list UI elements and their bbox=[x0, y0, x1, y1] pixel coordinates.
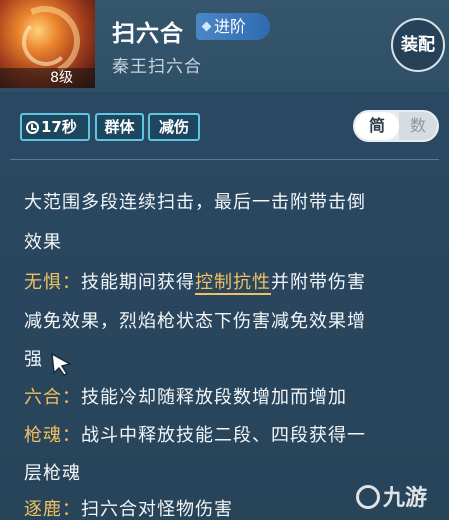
skill-subtitle: 秦王扫六合 bbox=[112, 57, 202, 77]
watermark-logo-icon bbox=[356, 485, 380, 509]
soul-text: 战斗中释放技能二段、四段获得一 bbox=[81, 425, 366, 446]
group-tag: 群体 bbox=[95, 113, 144, 141]
cursor-arrow-icon bbox=[51, 352, 73, 376]
diamond-icon bbox=[201, 21, 212, 32]
desc-line: 效果 bbox=[24, 232, 62, 253]
deer-text: 扫六合对怪物伤害 bbox=[81, 499, 233, 520]
toggle-simple[interactable]: 简 bbox=[355, 112, 399, 140]
desc-line: 减免效果，烈焰枪状态下伤害减免效果增 bbox=[24, 311, 366, 332]
desc-line: 大范围多段连续扫击，最后一击附带击倒 bbox=[24, 192, 366, 213]
flame-swirl-inner-icon bbox=[22, 18, 70, 66]
advance-label: 进阶 bbox=[214, 17, 247, 36]
deer-key: 逐鹿： bbox=[24, 499, 81, 520]
skill-level: 8级 bbox=[0, 68, 95, 88]
skill-name: 扫六合 bbox=[112, 21, 184, 47]
advance-badge[interactable]: 进阶 bbox=[196, 13, 270, 40]
desc-line: 层枪魂 bbox=[24, 463, 81, 484]
cooldown-value: 17秒 bbox=[41, 118, 77, 136]
watermark-text: 九游 bbox=[383, 486, 428, 511]
soul-key: 枪魂： bbox=[24, 425, 81, 446]
skill-icon[interactable]: 8级 bbox=[0, 0, 95, 88]
cooldown-tag: 17秒 bbox=[20, 113, 90, 141]
skill-header: 8级 扫六合 进阶 秦王扫六合 装配 bbox=[0, 0, 449, 92]
fearless-text-b: 并附带伤害 bbox=[271, 272, 366, 293]
liuhe-line: 六合：技能冷却随释放段数增加而增加 bbox=[24, 383, 347, 409]
liuhe-key: 六合： bbox=[24, 387, 81, 408]
fearless-key: 无惧： bbox=[24, 272, 81, 293]
desc-line: 强 bbox=[24, 349, 43, 370]
equip-button[interactable]: 装配 bbox=[391, 18, 445, 72]
toggle-number[interactable]: 数 bbox=[399, 112, 437, 140]
divider bbox=[10, 159, 439, 160]
liuhe-text: 技能冷却随释放段数增加而增加 bbox=[81, 387, 347, 408]
watermark: 九游 bbox=[356, 480, 427, 512]
clock-icon bbox=[26, 121, 39, 134]
damage-reduce-tag: 减伤 bbox=[148, 113, 200, 141]
deer-line: 逐鹿：扫六合对怪物伤害 bbox=[24, 495, 233, 520]
fearless-line: 无惧：技能期间获得控制抗性并附带伤害 bbox=[24, 268, 366, 295]
detail-toggle[interactable]: 简 数 bbox=[353, 110, 439, 142]
soul-line: 枪魂：战斗中释放技能二段、四段获得一 bbox=[24, 421, 366, 447]
control-resist-link[interactable]: 控制抗性 bbox=[195, 272, 271, 295]
fearless-text: 技能期间获得 bbox=[81, 272, 195, 293]
